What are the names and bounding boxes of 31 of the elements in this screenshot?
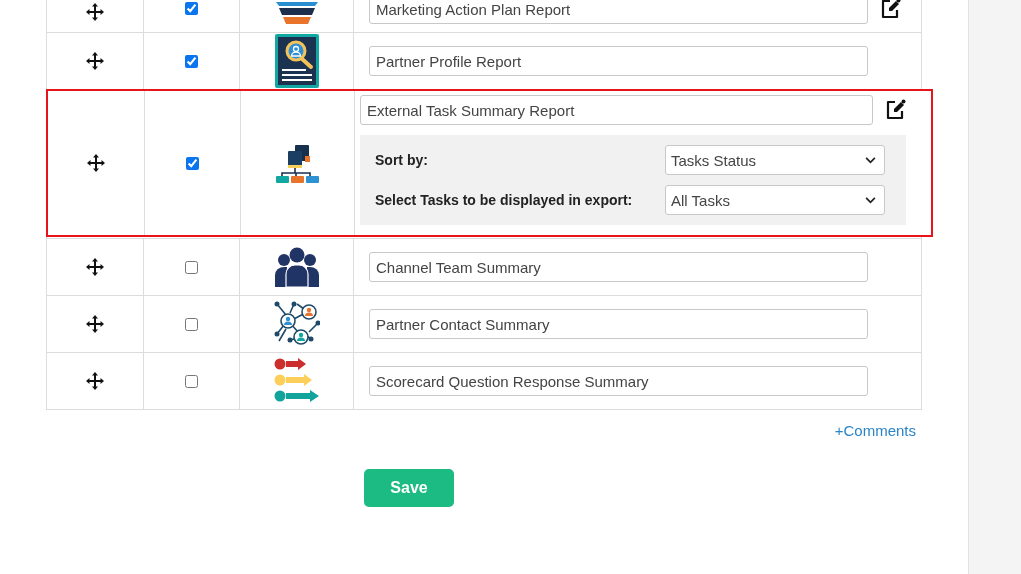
caret-icon [865,156,876,164]
move-icon[interactable] [85,2,105,22]
team-icon [273,247,320,287]
network-icon [273,301,320,347]
move-icon[interactable] [85,51,105,71]
checkbox[interactable] [185,54,198,68]
edit-icon[interactable] [880,0,902,20]
dropdown[interactable]: All Tasks [665,185,885,215]
checkbox[interactable] [185,260,198,274]
checkbox[interactable] [186,156,199,170]
move-icon[interactable] [85,314,105,334]
dropdown[interactable]: Tasks Status [665,145,885,175]
move-icon[interactable] [85,371,105,391]
move-icon[interactable] [85,257,105,277]
caret-icon [865,196,876,204]
report-name-field[interactable]: Channel Team Summary [369,252,868,282]
option-label: Sort by: [375,152,429,168]
report-name-field[interactable]: Partner Profile Report [369,46,868,76]
checkbox[interactable] [185,317,198,331]
report-name-field[interactable]: Scorecard Question Response Summary [369,366,868,396]
comments-link[interactable]: +Comments [834,422,916,439]
report-name-field[interactable]: Marketing Action Plan Report [369,0,868,24]
report-name-field[interactable]: External Task Summary Report [360,95,873,125]
option-label: Select Tasks to be displayed in export: [375,192,634,208]
edit-icon[interactable] [885,99,907,121]
hierarchy-icon [274,143,321,183]
checkbox[interactable] [185,2,198,15]
numbered-arrows-icon [273,358,320,404]
move-icon[interactable] [86,153,106,173]
checkbox[interactable] [185,374,198,388]
report-name-field[interactable]: Partner Contact Summary [369,309,868,339]
